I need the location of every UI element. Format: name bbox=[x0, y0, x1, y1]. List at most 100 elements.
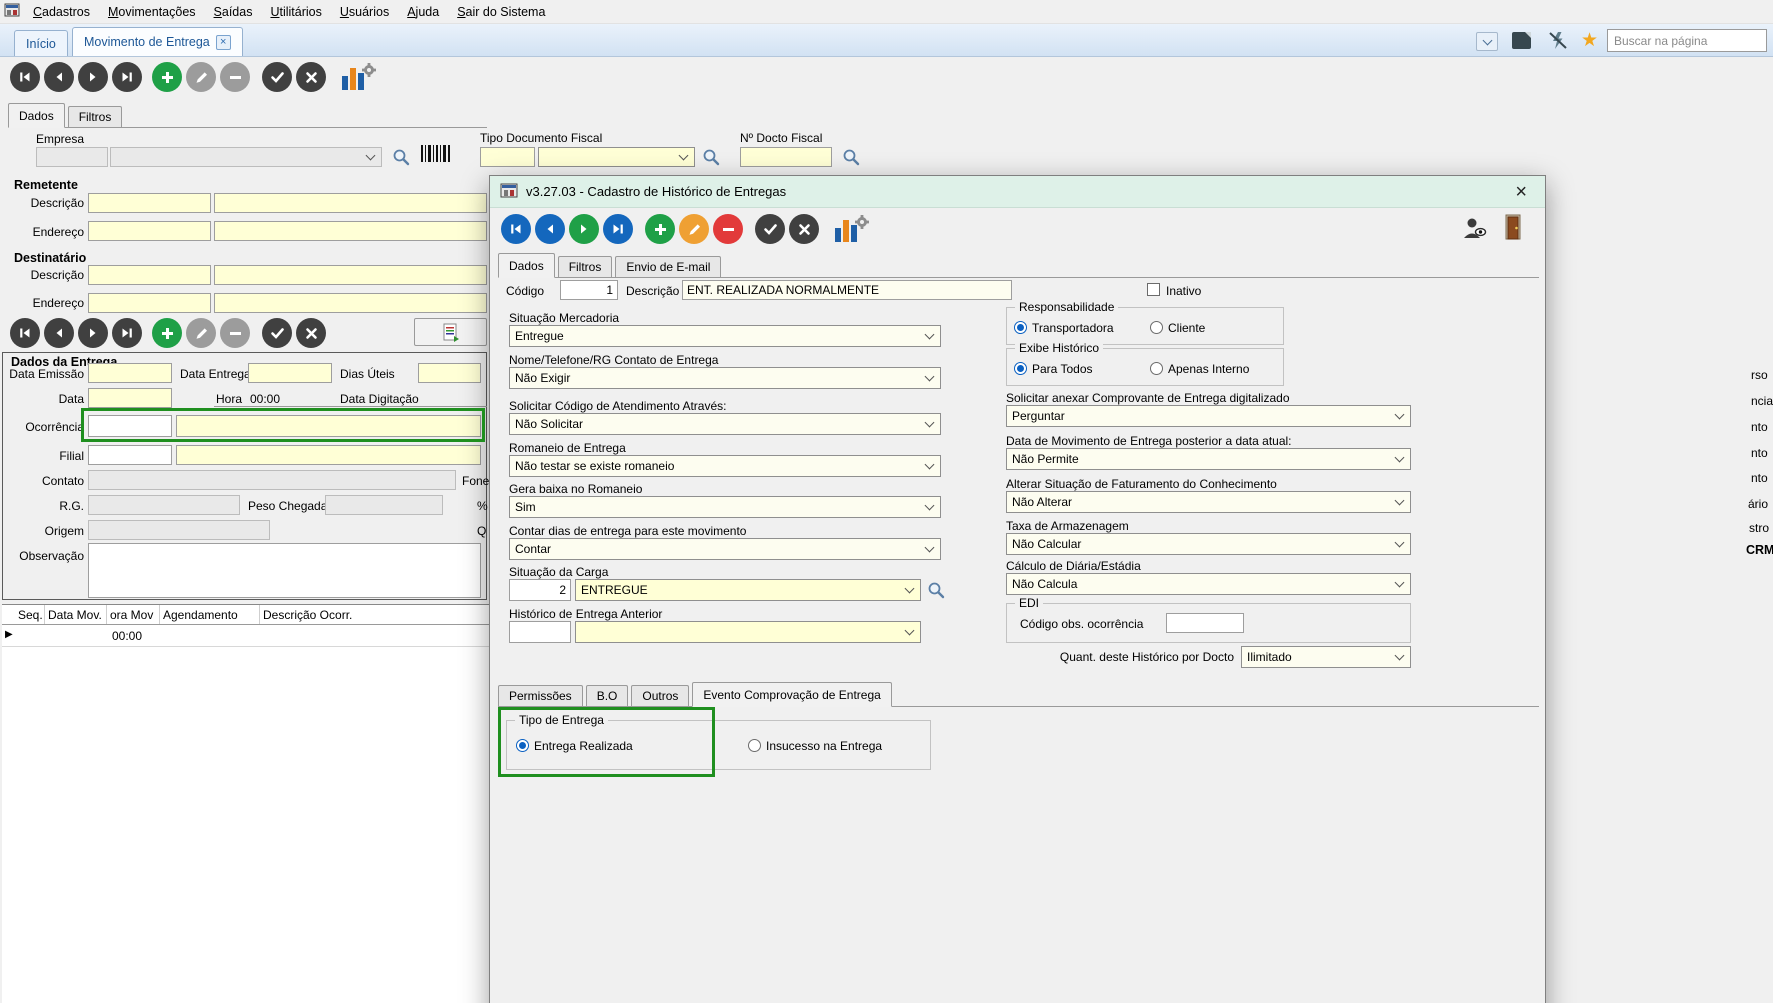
quant-select[interactable]: Ilimitado bbox=[1241, 646, 1411, 668]
dlg-delete-button[interactable] bbox=[713, 214, 743, 244]
tipo-doc-search-icon[interactable] bbox=[702, 148, 720, 166]
dialog-close-icon[interactable]: × bbox=[1507, 182, 1535, 202]
romaneio-select[interactable]: Não testar se existe romaneio bbox=[509, 455, 941, 477]
tipo-doc-select[interactable] bbox=[538, 147, 695, 167]
dlg-tab-envio-email[interactable]: Envio de E-mail bbox=[615, 256, 721, 277]
remetente-endereco-code-input[interactable] bbox=[88, 221, 211, 241]
descricao-input[interactable]: ENT. REALIZADA NORMALMENTE bbox=[682, 280, 1012, 300]
empresa-select[interactable] bbox=[110, 147, 382, 167]
entrega-delete-button[interactable] bbox=[220, 318, 250, 348]
destinatario-descricao-code-input[interactable] bbox=[88, 265, 211, 285]
filial-desc-input[interactable] bbox=[176, 445, 481, 465]
dlg-nav-next-button[interactable] bbox=[569, 214, 599, 244]
tab-movimento-de-entrega[interactable]: Movimento de Entrega × bbox=[72, 27, 243, 56]
subtab-evento-comprovacao[interactable]: Evento Comprovação de Entrega bbox=[692, 682, 891, 707]
radio-cliente[interactable] bbox=[1150, 321, 1163, 334]
inativo-checkbox[interactable] bbox=[1147, 283, 1160, 296]
comprovante-select[interactable]: Perguntar bbox=[1006, 405, 1411, 427]
origem-input[interactable] bbox=[88, 520, 270, 540]
menu-ajuda[interactable]: Ajuda bbox=[398, 2, 448, 22]
calculo-diaria-select[interactable]: Não Calcula bbox=[1006, 573, 1411, 595]
dlg-tab-dados[interactable]: Dados bbox=[498, 253, 555, 278]
data-emissao-input[interactable] bbox=[88, 363, 172, 383]
tipo-doc-code-input[interactable] bbox=[480, 147, 535, 167]
empresa-search-icon[interactable] bbox=[392, 148, 410, 166]
favorite-star-icon[interactable]: ★ bbox=[1581, 31, 1598, 50]
tab-filtros[interactable]: Filtros bbox=[68, 106, 123, 127]
dlg-nav-prev-button[interactable] bbox=[535, 214, 565, 244]
gera-baixa-select[interactable]: Sim bbox=[509, 496, 941, 518]
edit-button[interactable] bbox=[186, 62, 216, 92]
destinatario-endereco-code-input[interactable] bbox=[88, 293, 211, 313]
menu-utilitarios[interactable]: Utilitários bbox=[261, 2, 330, 22]
exit-door-icon[interactable] bbox=[1504, 214, 1524, 245]
codigo-input[interactable]: 1 bbox=[560, 280, 618, 300]
entrega-edit-button[interactable] bbox=[186, 318, 216, 348]
num-doc-search-icon[interactable] bbox=[842, 148, 860, 166]
situacao-mercadoria-select[interactable]: Entregue bbox=[509, 325, 941, 347]
historico-anterior-select[interactable] bbox=[575, 621, 921, 643]
dlg-nav-last-button[interactable] bbox=[603, 214, 633, 244]
codigo-atendimento-select[interactable]: Não Solicitar bbox=[509, 413, 941, 435]
empresa-code-input[interactable] bbox=[36, 147, 108, 167]
menu-usuarios[interactable]: Usuários bbox=[331, 2, 398, 22]
radio-para-todos[interactable] bbox=[1014, 362, 1027, 375]
ocorrencia-code-input[interactable] bbox=[88, 415, 172, 437]
taxa-armazenagem-select[interactable]: Não Calcular bbox=[1006, 533, 1411, 555]
menu-sair-do-sistema[interactable]: Sair do Sistema bbox=[448, 2, 554, 22]
remetente-endereco-input[interactable] bbox=[214, 221, 487, 241]
menu-saidas[interactable]: Saídas bbox=[205, 2, 262, 22]
menu-cadastros[interactable]: Cadastros bbox=[24, 2, 99, 22]
dlg-confirm-button[interactable] bbox=[755, 214, 785, 244]
entrega-nav-last-button[interactable] bbox=[112, 318, 142, 348]
radio-insucesso[interactable] bbox=[748, 739, 761, 752]
entrega-nav-prev-button[interactable] bbox=[44, 318, 74, 348]
report-button[interactable] bbox=[414, 318, 487, 346]
destinatario-endereco-input[interactable] bbox=[214, 293, 487, 313]
add-button[interactable] bbox=[152, 62, 182, 92]
subtab-bo[interactable]: B.O bbox=[586, 685, 629, 706]
nav-prev-button[interactable] bbox=[44, 62, 74, 92]
dlg-cancel-button[interactable] bbox=[789, 214, 819, 244]
num-doc-input[interactable] bbox=[740, 147, 832, 167]
page-search-input[interactable] bbox=[1607, 29, 1767, 52]
radio-apenas-interno[interactable] bbox=[1150, 362, 1163, 375]
entrega-nav-first-button[interactable] bbox=[10, 318, 40, 348]
situacao-carga-select[interactable]: ENTREGUE bbox=[575, 579, 921, 601]
data-posterior-select[interactable]: Não Permite bbox=[1006, 448, 1411, 470]
data-input[interactable] bbox=[88, 388, 172, 408]
subtab-permissoes[interactable]: Permissões bbox=[498, 685, 583, 706]
cod-obs-input[interactable] bbox=[1166, 613, 1244, 633]
observacao-textarea[interactable] bbox=[88, 543, 481, 598]
dias-uteis-input[interactable] bbox=[418, 363, 481, 383]
nav-first-button[interactable] bbox=[10, 62, 40, 92]
tab-inicio[interactable]: Início bbox=[14, 30, 68, 56]
contar-dias-select[interactable]: Contar bbox=[509, 538, 941, 560]
ocorrencia-desc-input[interactable] bbox=[176, 415, 481, 437]
dlg-chart-button[interactable] bbox=[833, 214, 869, 247]
remetente-descricao-code-input[interactable] bbox=[88, 193, 211, 213]
cancel-button[interactable] bbox=[296, 62, 326, 92]
radio-transportadora[interactable] bbox=[1014, 321, 1027, 334]
confirm-button[interactable] bbox=[262, 62, 292, 92]
alterar-situacao-select[interactable]: Não Alterar bbox=[1006, 491, 1411, 513]
barcode-icon[interactable] bbox=[420, 144, 452, 169]
situacao-carga-code-input[interactable]: 2 bbox=[509, 579, 571, 601]
chevron-down-icon[interactable] bbox=[1476, 32, 1498, 51]
destinatario-descricao-input[interactable] bbox=[214, 265, 487, 285]
flag-icon[interactable] bbox=[1510, 30, 1534, 55]
dlg-nav-first-button[interactable] bbox=[501, 214, 531, 244]
remetente-descricao-input[interactable] bbox=[214, 193, 487, 213]
entrega-add-button[interactable] bbox=[152, 318, 182, 348]
nav-next-button[interactable] bbox=[78, 62, 108, 92]
entrega-cancel-button[interactable] bbox=[296, 318, 326, 348]
filial-code-input[interactable] bbox=[88, 445, 172, 465]
situacao-carga-search-icon[interactable] bbox=[927, 581, 945, 599]
radio-entrega-realizada[interactable] bbox=[516, 739, 529, 752]
entrega-nav-next-button[interactable] bbox=[78, 318, 108, 348]
delete-button[interactable] bbox=[220, 62, 250, 92]
dlg-add-button[interactable] bbox=[645, 214, 675, 244]
data-entrega-input[interactable] bbox=[248, 363, 332, 383]
user-view-icon[interactable] bbox=[1462, 216, 1488, 245]
dlg-tab-filtros[interactable]: Filtros bbox=[558, 256, 613, 277]
